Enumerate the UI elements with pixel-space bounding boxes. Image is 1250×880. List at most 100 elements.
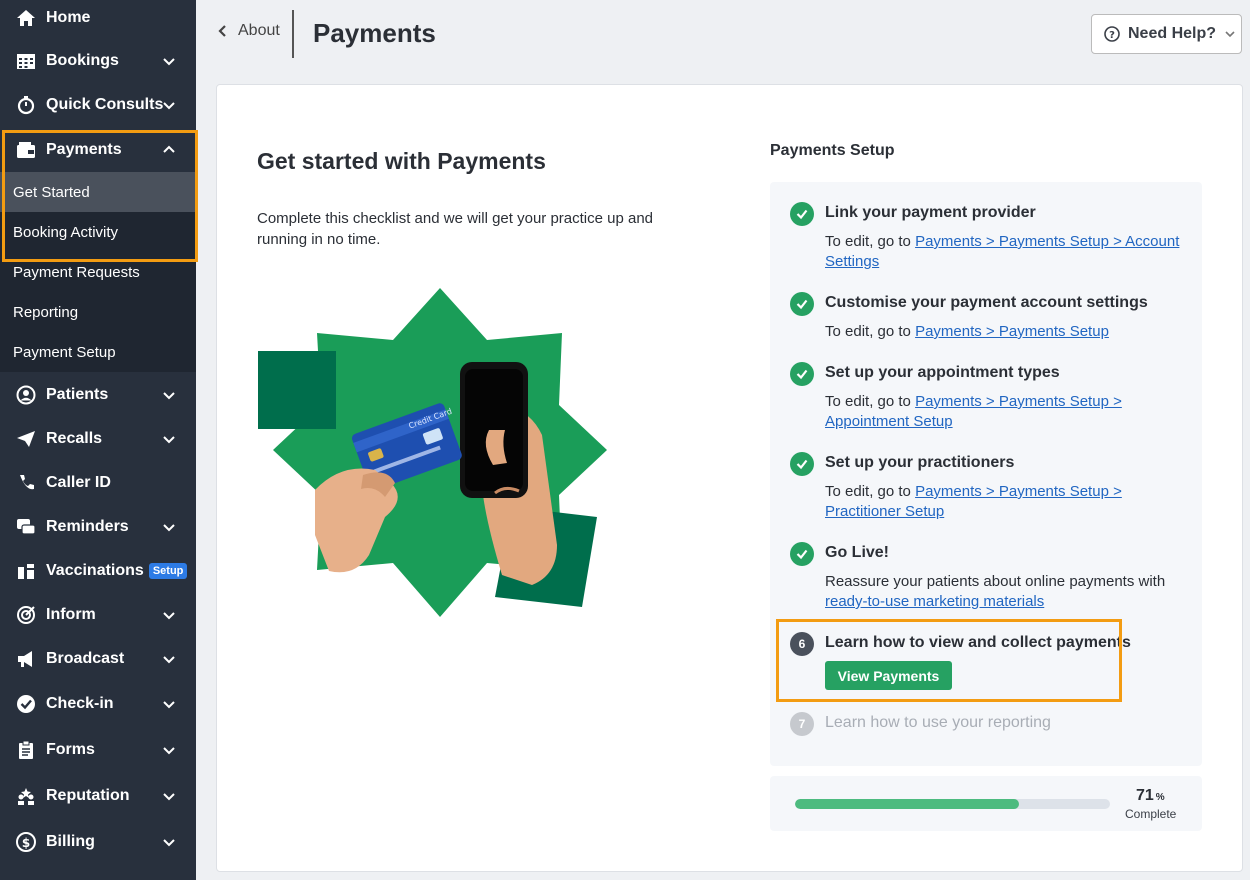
sidebar-item-label: Check-in [46, 695, 114, 712]
sidebar-item-label: Payments [46, 141, 122, 158]
hero-description: Complete this checklist and we will get … [257, 210, 654, 248]
sidebar-item-reminders[interactable]: Reminders [0, 505, 196, 549]
need-help-label: Need Help? [1128, 25, 1217, 42]
step-title: Link your payment provider [825, 204, 1036, 221]
sidebar-subitem-booking-activity[interactable]: Booking Activity [0, 212, 196, 252]
home-icon [16, 8, 36, 28]
step-title: Learn how to use your reporting [825, 714, 1051, 731]
chevron-up-icon [163, 145, 175, 153]
step-link[interactable]: Payments > Payments Setup [915, 323, 1109, 340]
page-title: Payments [313, 18, 436, 48]
check-icon [790, 202, 814, 226]
chevron-down-icon [163, 793, 175, 801]
sidebar-item-inform[interactable]: Inform [0, 593, 196, 637]
step-number-badge: 6 [790, 632, 814, 656]
progress-fill [795, 799, 1019, 809]
progress-unit: % [1155, 792, 1165, 803]
check-icon [790, 292, 814, 316]
sidebar-item-quick-consults[interactable]: Quick Consults [0, 83, 196, 127]
setup-badge: Setup [148, 563, 188, 579]
chevron-down-icon [163, 392, 175, 400]
sidebar-item-reputation[interactable]: Reputation [0, 774, 196, 818]
sidebar-item-label: Broadcast [46, 650, 125, 667]
chevron-down-icon [163, 839, 175, 847]
sidebar-item-billing[interactable]: $ Billing [0, 820, 196, 864]
people-star-icon [16, 786, 36, 806]
sidebar-item-check-in[interactable]: Check-in [0, 682, 196, 726]
step-title: Learn how to view and collect payments [825, 634, 1131, 651]
sidebar-item-label: Vaccinations [46, 562, 144, 579]
step-link[interactable]: ready-to-use marketing materials [825, 593, 1044, 610]
check-icon [790, 362, 814, 386]
need-help-button[interactable]: ? Need Help? [1091, 14, 1242, 54]
sidebar-item-label: Bookings [46, 52, 119, 69]
target-icon [16, 605, 36, 625]
sidebar-subitem-payment-setup[interactable]: Payment Setup [0, 332, 196, 372]
progress-label: Complete [1125, 807, 1177, 821]
setup-title: Payments Setup [770, 142, 895, 159]
step-prefix: To edit, go to [825, 323, 916, 340]
progress-bar [795, 799, 1110, 809]
sidebar-item-forms[interactable]: Forms [0, 728, 196, 772]
step-title: Set up your practitioners [825, 454, 1015, 471]
back-link[interactable]: About [216, 22, 280, 40]
user-circle-icon [16, 385, 36, 405]
chevron-down-icon [1225, 31, 1235, 38]
sidebar-item-label: Quick Consults [46, 96, 164, 113]
sidebar-item-payments[interactable]: Payments [0, 128, 196, 172]
sidebar-item-vaccinations[interactable]: Vaccinations Setup [0, 549, 196, 593]
chevron-left-icon [218, 25, 226, 37]
sidebar-item-recalls[interactable]: Recalls [0, 417, 196, 461]
sidebar-item-bookings[interactable]: Bookings [0, 39, 196, 83]
sidebar-item-label: Reputation [46, 787, 130, 804]
svg-text:?: ? [1109, 30, 1115, 41]
check-icon [790, 452, 814, 476]
step-body: Reassure your patients about online paym… [825, 572, 1195, 612]
step-body: To edit, go to Payments > Payments Setup… [825, 482, 1195, 522]
sidebar-subitem-get-started[interactable]: Get Started [0, 172, 196, 212]
sidebar-item-patients[interactable]: Patients [0, 373, 196, 417]
progress-value: 71 [1136, 787, 1154, 804]
step-body: To edit, go to Payments > Payments Setup [825, 322, 1195, 342]
chevron-down-icon [163, 656, 175, 664]
check-badge-icon [16, 694, 36, 714]
sidebar-item-label: Recalls [46, 430, 103, 447]
step-title: Customise your payment account settings [825, 294, 1148, 311]
step-prefix: Reassure your patients about online paym… [825, 573, 1166, 590]
step-number-badge: 7 [790, 712, 814, 736]
sidebar-item-caller-id[interactable]: Caller ID [0, 461, 196, 505]
sidebar-item-label: Reminders [46, 518, 129, 535]
check-icon [790, 542, 814, 566]
sidebar-item-broadcast[interactable]: Broadcast [0, 637, 196, 681]
step-body: To edit, go to Payments > Payments Setup… [825, 392, 1195, 432]
megaphone-icon [16, 649, 36, 669]
step-body: To edit, go to Payments > Payments Setup… [825, 232, 1195, 272]
sidebar-item-label: Forms [46, 741, 95, 758]
sidebar-subitem-payment-requests[interactable]: Payment Requests [0, 252, 196, 292]
chevron-down-icon [163, 612, 175, 620]
sidebar-subitem-reporting[interactable]: Reporting [0, 292, 196, 332]
header-divider [292, 10, 294, 58]
sidebar-item-label: Caller ID [46, 474, 111, 491]
chevron-down-icon [163, 102, 175, 110]
step-prefix: To edit, go to [825, 483, 916, 500]
chevron-down-icon [163, 524, 175, 532]
sidebar-item-label: Inform [46, 606, 96, 623]
sidebar-item-home[interactable]: Home [0, 0, 196, 40]
progress-percent: 71% [1136, 787, 1165, 805]
calendar-grid-icon [16, 51, 36, 71]
svg-text:$: $ [22, 836, 30, 850]
chevron-down-icon [163, 747, 175, 755]
view-payments-button[interactable]: View Payments [825, 661, 952, 690]
sidebar-item-label: Billing [46, 833, 95, 850]
chat-icon [16, 517, 36, 537]
sidebar: Home Bookings Quick Consults Payments Ge… [0, 0, 196, 880]
question-circle-icon: ? [1104, 26, 1120, 42]
sidebar-item-label: Home [46, 9, 91, 26]
chevron-down-icon [163, 58, 175, 66]
vials-icon [16, 561, 36, 581]
step-prefix: To edit, go to [825, 393, 916, 410]
clipboard-icon [16, 740, 36, 760]
paper-plane-icon [16, 429, 36, 449]
dollar-icon: $ [16, 832, 36, 852]
